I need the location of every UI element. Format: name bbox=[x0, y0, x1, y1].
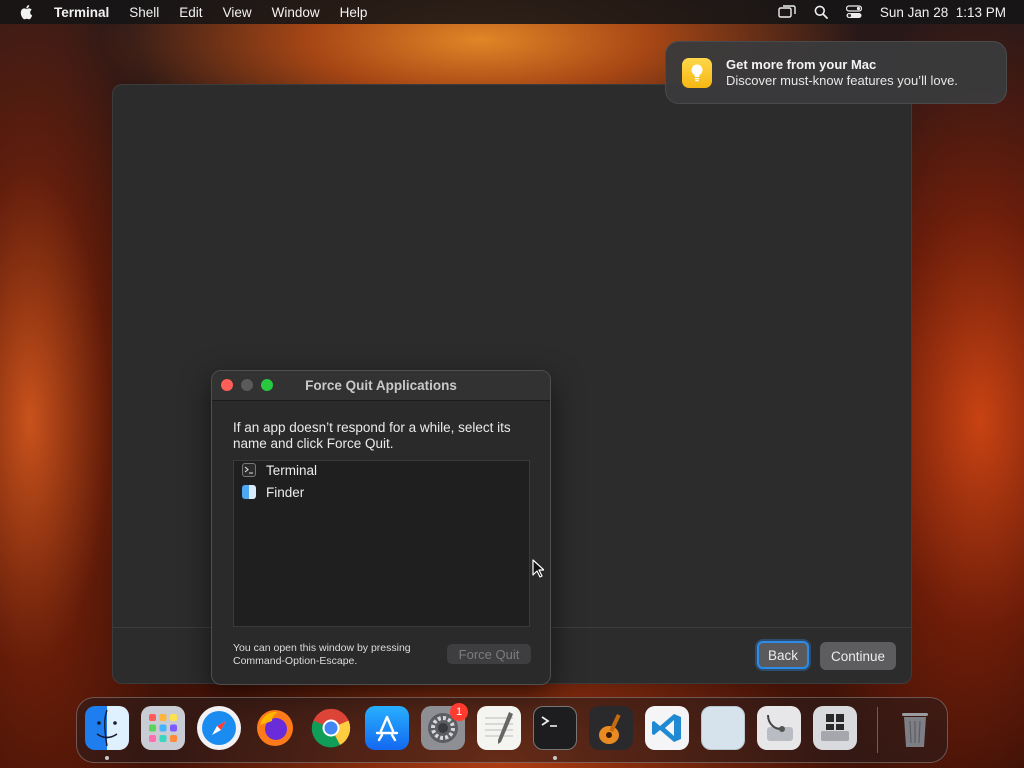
terminal-icon[interactable] bbox=[533, 706, 577, 750]
app-store-icon[interactable] bbox=[365, 706, 409, 750]
dock-separator bbox=[877, 707, 878, 753]
trash-icon[interactable] bbox=[893, 706, 937, 750]
force-quit-titlebar[interactable]: Force Quit Applications bbox=[212, 371, 550, 401]
back-button[interactable]: Back bbox=[757, 641, 809, 669]
app-name-finder: Finder bbox=[266, 484, 305, 500]
force-quit-description: If an app doesn’t respond for a while, s… bbox=[233, 420, 511, 451]
force-quit-button: Force Quit bbox=[447, 644, 531, 664]
settings-badge: 1 bbox=[450, 703, 468, 721]
control-center-icon[interactable] bbox=[845, 5, 862, 19]
spotlight-search-icon[interactable] bbox=[814, 5, 828, 19]
hint-line-1: You can open this window by pressing bbox=[233, 642, 411, 654]
vscode-icon[interactable] bbox=[645, 706, 689, 750]
app-list-item-terminal[interactable]: Terminal bbox=[242, 460, 317, 480]
launchpad-icon[interactable] bbox=[141, 706, 185, 750]
notification-body: Discover must-know features you’ll love. bbox=[726, 72, 958, 88]
force-quit-title: Force Quit Applications bbox=[305, 378, 457, 393]
garageband-icon[interactable] bbox=[589, 706, 633, 750]
disk-utility-icon[interactable] bbox=[757, 706, 801, 750]
finder-icon[interactable] bbox=[85, 706, 129, 750]
menu-app-name[interactable]: Terminal bbox=[52, 5, 119, 20]
menu-help[interactable]: Help bbox=[330, 5, 378, 20]
system-settings-icon[interactable]: 1 bbox=[421, 703, 468, 750]
app-name-terminal: Terminal bbox=[266, 462, 318, 478]
continue-button[interactable]: Continue bbox=[820, 642, 896, 670]
notification-banner[interactable]: Get more from your Mac Discover must-kno… bbox=[665, 41, 1007, 104]
menu-shell[interactable]: Shell bbox=[119, 5, 169, 20]
force-quit-window: Force Quit Applications If an app doesn’… bbox=[211, 370, 551, 685]
app-list-item-finder[interactable]: Finder bbox=[242, 482, 304, 502]
firefox-icon[interactable] bbox=[253, 706, 297, 750]
boot-camp-icon[interactable] bbox=[813, 706, 857, 750]
screen-mirroring-icon[interactable] bbox=[778, 5, 796, 19]
menu-bar: Terminal Shell Edit View Window Help Sun… bbox=[0, 0, 1024, 24]
menu-view[interactable]: View bbox=[213, 5, 262, 20]
blank-app-icon[interactable] bbox=[701, 706, 745, 750]
chrome-icon[interactable] bbox=[309, 706, 353, 750]
terminal-running-indicator bbox=[553, 756, 557, 760]
lightbulb-icon bbox=[682, 57, 712, 88]
menu-clock[interactable]: Sun Jan 28 1:13 PM bbox=[880, 5, 1006, 20]
finder-running-indicator bbox=[105, 756, 109, 760]
apple-menu-icon[interactable] bbox=[0, 4, 52, 20]
app-list[interactable]: Terminal Finder bbox=[233, 460, 530, 627]
menu-edit[interactable]: Edit bbox=[169, 5, 212, 20]
textedit-icon[interactable] bbox=[477, 706, 521, 750]
keyboard-shortcut-hint: You can open this window by pressing Com… bbox=[233, 642, 411, 668]
hint-line-2: Command-Option-Escape. bbox=[233, 655, 358, 667]
menu-window[interactable]: Window bbox=[262, 5, 330, 20]
safari-icon[interactable] bbox=[197, 706, 241, 750]
mouse-cursor-icon bbox=[532, 559, 545, 583]
dock: 1 bbox=[76, 697, 948, 763]
notification-title: Get more from your Mac bbox=[726, 56, 877, 72]
terminal-app-icon bbox=[242, 463, 256, 477]
finder-app-icon bbox=[242, 485, 256, 499]
